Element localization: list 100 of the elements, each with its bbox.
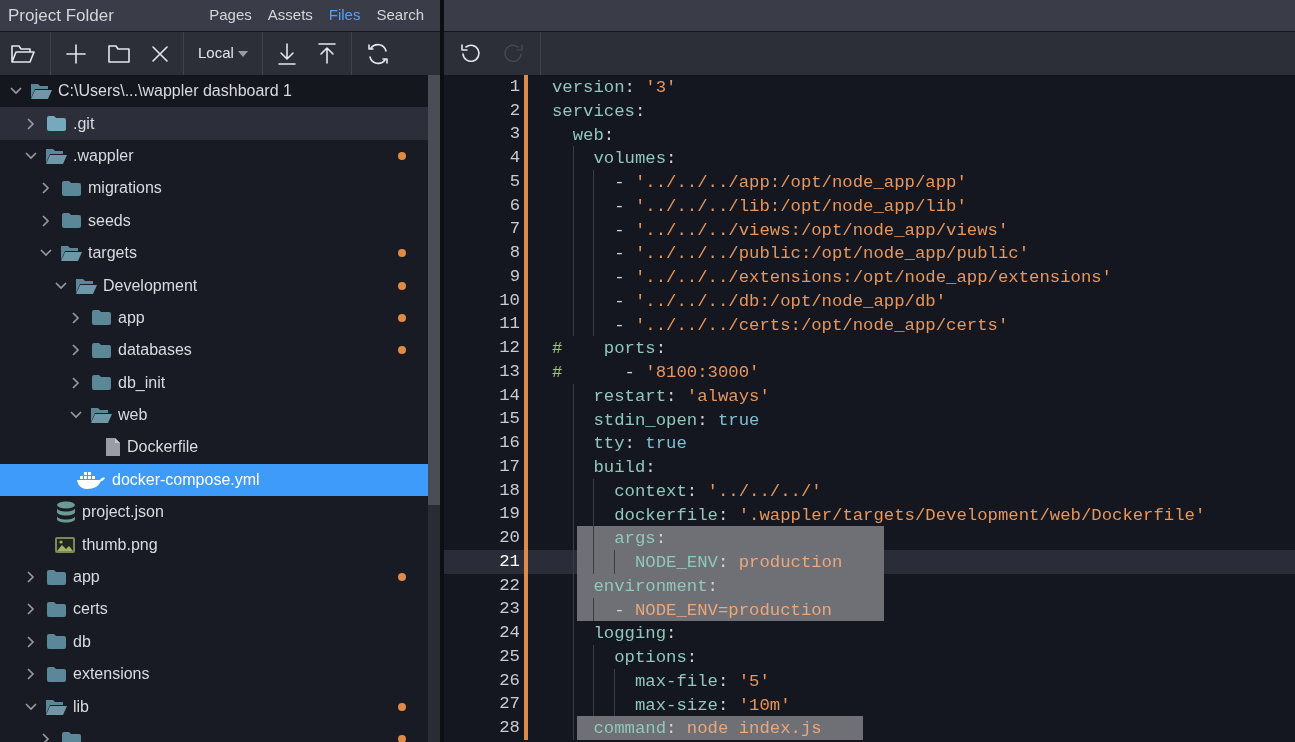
folder-icon	[45, 115, 67, 133]
line-number: 3	[508, 123, 521, 146]
line-number: 1	[508, 75, 521, 98]
code-text: NODE_ENV: production	[634, 553, 843, 572]
line-number: 6	[508, 194, 521, 217]
folder-icon	[45, 633, 67, 651]
code-text: # ports:	[552, 339, 667, 359]
tree-item[interactable]: app	[0, 560, 428, 594]
tree-item[interactable]: .git	[0, 107, 428, 140]
line-number: 24	[498, 622, 521, 645]
code-text: # - '8100:3000'	[552, 363, 760, 382]
tree-item[interactable]: extensions	[0, 658, 428, 691]
modified-dot	[398, 313, 406, 322]
modified-dot	[398, 281, 406, 290]
folder-icon	[90, 341, 112, 359]
open-folder-icon	[90, 406, 112, 425]
code-text: services:	[552, 101, 646, 121]
panel-tab[interactable]: Pages	[201, 4, 260, 27]
folder-icon	[45, 600, 67, 618]
folder-icon	[60, 179, 82, 197]
line-number: 27	[498, 693, 521, 716]
code-text: logging:	[593, 624, 677, 644]
code-text: - '../../../public:/opt/node_app/public'	[614, 244, 1030, 264]
modified-dot	[398, 735, 406, 742]
modified-dot	[398, 151, 406, 160]
tree-item[interactable]: thumb.png	[0, 528, 428, 561]
folder-icon	[90, 309, 112, 327]
tree-item[interactable]: .wappler	[0, 139, 428, 173]
line-number: 4	[508, 147, 521, 170]
line-number: 7	[508, 218, 521, 241]
scrollbar[interactable]	[428, 75, 440, 742]
modified-dot	[398, 573, 406, 582]
code-text: - '../../../extensions:/opt/node_app/extensions'	[614, 268, 1112, 287]
tree-item[interactable]: project.json	[0, 496, 428, 529]
modified-dot	[398, 702, 406, 711]
tree-item[interactable]: migrations	[0, 172, 428, 205]
line-number: 22	[498, 574, 521, 597]
tree-item[interactable]: seeds	[0, 204, 428, 237]
folder-icon	[45, 568, 67, 586]
code-text: volumes:	[593, 149, 677, 169]
tree-item[interactable]: app	[0, 301, 428, 335]
line-number: 14	[498, 384, 521, 407]
folder-icon	[45, 665, 67, 683]
code-text: - '../../../certs:/opt/node_app/certs'	[614, 315, 1009, 335]
line-number: 16	[498, 432, 521, 455]
panel-tab[interactable]: Files	[320, 4, 369, 27]
code-text: stdin_open: true	[593, 410, 760, 430]
panel-title: Project Folder	[7, 4, 115, 27]
tree-item[interactable]: targets	[0, 236, 428, 270]
line-number: 20	[498, 527, 521, 550]
folder-icon	[60, 730, 82, 742]
line-number: 26	[498, 669, 521, 692]
open-folder-icon	[45, 697, 67, 716]
panel-tab[interactable]: Assets	[259, 4, 321, 27]
code-text: context: '../../../'	[614, 481, 822, 501]
line-number: 15	[498, 408, 521, 431]
tree-item[interactable]: Development	[0, 269, 428, 302]
code-text: web:	[572, 125, 615, 145]
code-text: - '../../../db:/opt/node_app/db'	[614, 291, 947, 311]
code-text: - '../../../app:/opt/node_app/app'	[614, 173, 967, 192]
tree-item[interactable]: lib	[0, 690, 428, 723]
line-number: 8	[508, 242, 521, 265]
image-icon	[54, 535, 76, 554]
open-folder-icon	[60, 244, 82, 263]
tree-item[interactable]: certs	[0, 593, 428, 626]
line-number: 19	[498, 503, 521, 526]
line-number: 11	[498, 313, 521, 336]
panel-tab[interactable]: Search	[368, 4, 432, 27]
code-text: build:	[593, 458, 656, 477]
folder-icon	[90, 374, 112, 392]
modified-dot	[398, 346, 406, 355]
line-number: 25	[498, 645, 521, 668]
line-number: 5	[508, 170, 521, 193]
database-icon	[56, 501, 76, 524]
tree-item[interactable]: C:\Users\...\wappler dashboard 1	[0, 75, 428, 108]
tree-item[interactable]: databases	[0, 334, 428, 367]
line-number: 17	[498, 455, 521, 478]
code-text: args:	[614, 529, 667, 549]
modified-dot	[398, 249, 406, 258]
line-number: 21	[498, 550, 521, 573]
tree-item[interactable]: db_init	[0, 366, 428, 399]
code-text: max-size: '10m'	[634, 695, 791, 715]
code-text: - '../../../views:/opt/node_app/views'	[614, 220, 1009, 240]
code-text: tty: true	[593, 434, 687, 454]
line-number: 23	[498, 598, 521, 621]
open-folder-icon	[75, 276, 97, 295]
tree-item[interactable]: Dockerfile	[0, 431, 428, 464]
caret-icon	[237, 50, 248, 57]
code-text: command: node index.js	[593, 719, 822, 739]
location-dropdown[interactable]: Local	[196, 40, 250, 67]
open-folder-icon	[45, 146, 67, 165]
code-text: options:	[614, 648, 698, 667]
file-icon	[105, 437, 121, 458]
code-text: dockerfile: '.wappler/targets/Development/web/Dockerfile'	[614, 505, 1206, 525]
tree-item[interactable]: db	[0, 625, 428, 659]
code-text: environment:	[593, 576, 718, 596]
tree-item[interactable]: web	[0, 398, 428, 432]
line-number: 28	[498, 717, 521, 740]
code-text: - '../../../lib:/opt/node_app/lib'	[614, 196, 967, 216]
line-number: 12	[498, 337, 521, 360]
